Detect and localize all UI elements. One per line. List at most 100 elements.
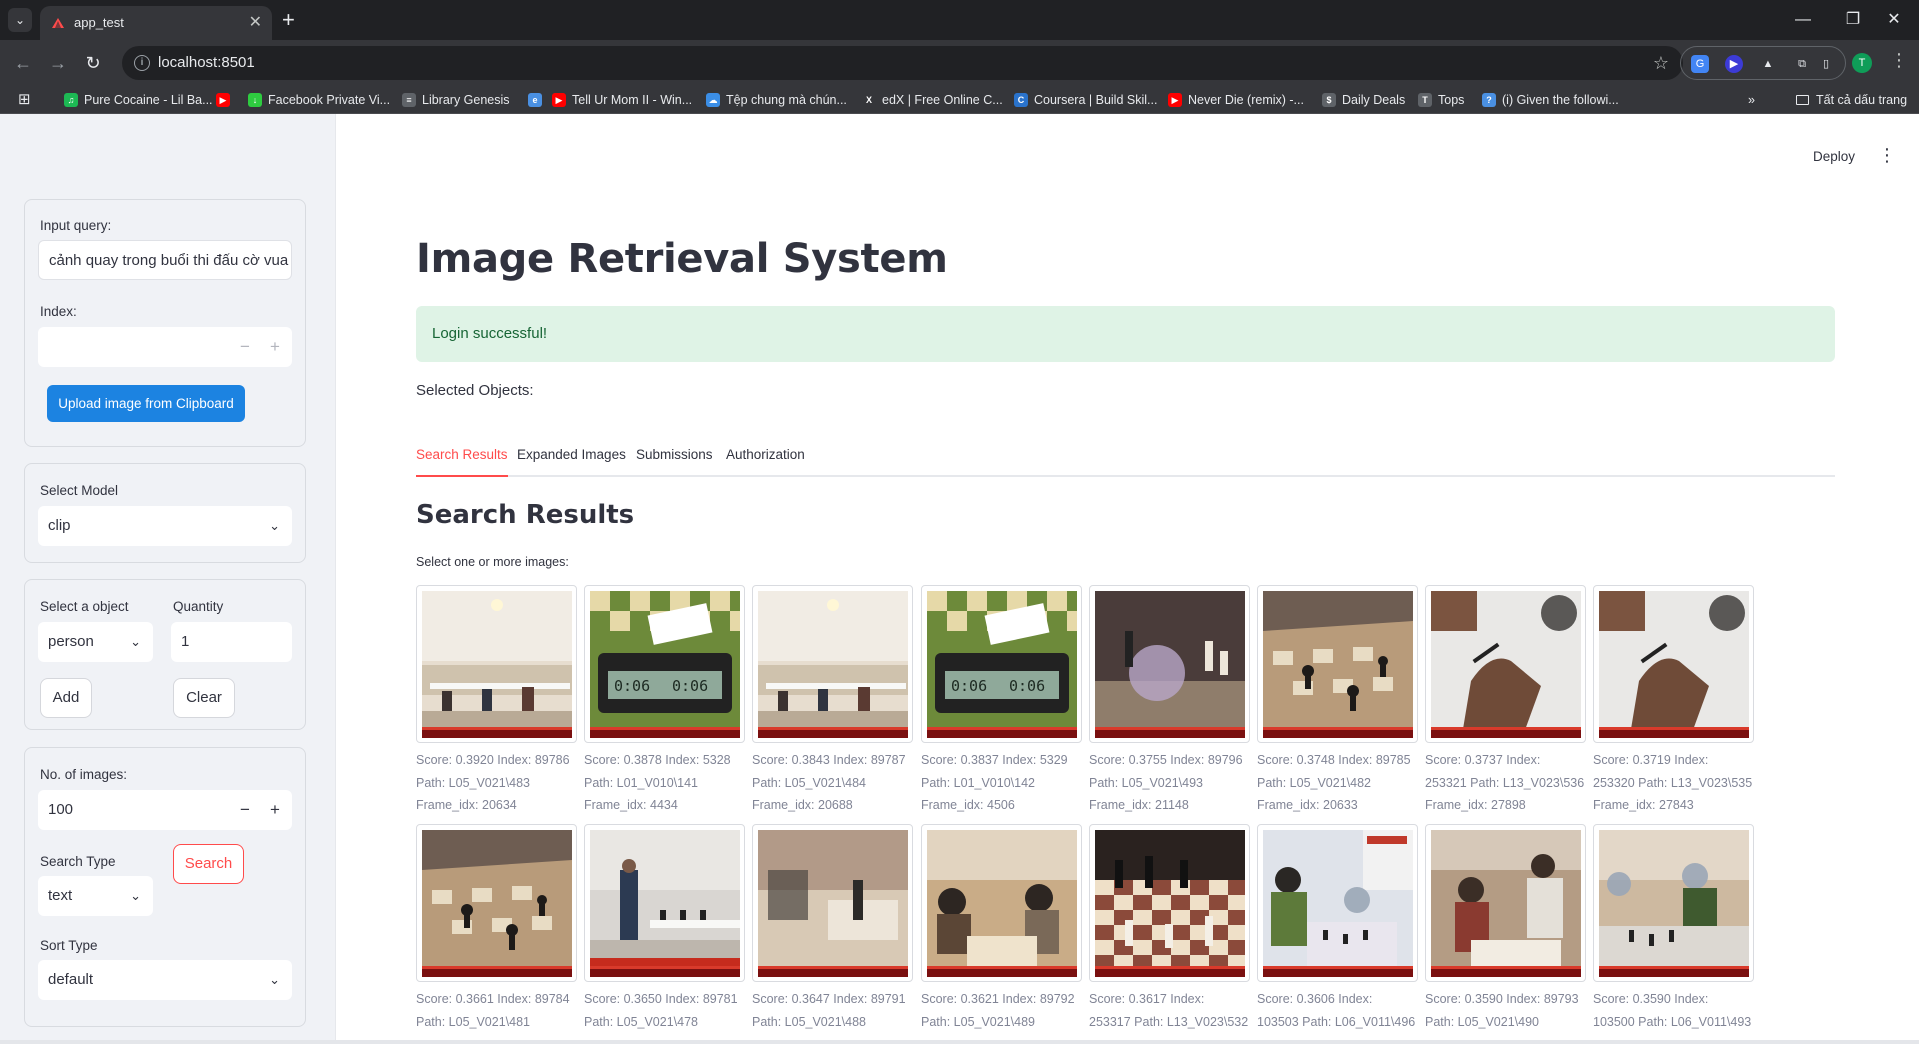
deploy-button[interactable]: Deploy [1813,149,1855,164]
puzzle-extensions-icon[interactable]: ⧉ [1793,55,1811,73]
result-thumbnail[interactable] [1593,585,1754,743]
site-info-icon[interactable]: i [134,55,150,71]
bookmark-item[interactable]: ▶ Never Die (remix) -... [1168,86,1304,114]
tab-search-results[interactable]: Search Results [416,445,508,477]
translate-icon[interactable]: G [1691,55,1709,73]
result-thumbnail[interactable]: 0:06 0:06 [921,585,1082,743]
bookmark-item[interactable]: ☁ Tệp chung mà chún... [706,86,847,114]
bookmark-item[interactable]: ≡ Library Genesis [402,86,510,114]
result-thumbnail[interactable] [752,585,913,743]
model-label: Select Model [40,483,119,498]
index-number-input[interactable]: − + [38,327,292,367]
result-thumbnail[interactable] [752,824,913,982]
tab-search-chevron-icon[interactable]: ⌄ [8,8,32,32]
bookmark-item[interactable]: C Coursera | Build Skil... [1014,86,1157,114]
result-thumbnail[interactable] [416,824,577,982]
youtube-icon: ▶ [1168,93,1182,107]
result-thumbnail[interactable] [921,824,1082,982]
result-image [1431,591,1581,738]
num-images-input[interactable]: 100 − + [38,790,292,830]
result-caption: Score: 0.3837 Index: 5329 Path: L01_V010\… [921,749,1091,817]
num-images-increment-button[interactable]: + [260,790,290,830]
minimize-icon[interactable]: — [1778,0,1828,40]
result-thumbnail[interactable] [1089,824,1250,982]
browser-tab[interactable]: app_test ✕ [40,6,272,40]
bookmark-item[interactable]: XedX | Free Online C... [862,86,1003,114]
caption-line: 103503 Path: L06_V011\496 [1257,1014,1416,1029]
tab-authorization[interactable]: Authorization [726,445,805,477]
upload-clipboard-button[interactable]: Upload image from Clipboard [47,385,245,422]
search-button[interactable]: Search [173,844,244,884]
caption-line: Score: 0.3920 Index: 89786 [416,753,570,767]
app-menu-icon[interactable]: ⋮ [1878,145,1896,166]
back-icon[interactable]: ← [10,50,36,76]
result-thumbnail[interactable] [416,585,577,743]
query-input[interactable]: cảnh quay trong buổi thi đấu cờ vua [38,240,292,280]
close-tab-icon[interactable]: ✕ [249,6,262,40]
triangle-extension-icon[interactable]: ▲ [1759,55,1777,73]
result-caption: Score: 0.3617 Index: 253317 Path: L13_V02… [1089,988,1259,1033]
caption-line: Score: 0.3755 Index: 89796 [1089,753,1243,767]
result-thumbnail[interactable]: 0:06 0:06 [584,585,745,743]
bookmark-label: Library Genesis [422,93,510,107]
browser-menu-icon[interactable]: ⋮ [1890,50,1908,71]
profile-avatar[interactable]: T [1852,53,1872,73]
result-image: 0:06 0:06 [927,591,1077,738]
all-bookmarks[interactable]: Tất cả dấu trang [1796,86,1907,114]
bookmark-item[interactable]: $ Daily Deals [1322,86,1405,114]
result-caption: Score: 0.3719 Index: 253320 Path: L13_V02… [1593,749,1763,817]
bookmark-item[interactable]: e [528,86,548,114]
caption-line: Score: 0.3590 Index: 89793 [1425,992,1579,1006]
model-value: clip [48,517,71,534]
tab-submissions[interactable]: Submissions [636,445,713,477]
all-bookmarks-label: Tất cả dấu trang [1816,93,1908,107]
model-select[interactable]: clip ⌄ [38,506,292,546]
bookmark-item[interactable]: ↓ Facebook Private Vi... [248,86,390,114]
sort-type-label: Sort Type [40,938,98,953]
select-images-label: Select one or more images: [416,555,569,569]
result-thumbnail[interactable] [1425,824,1586,982]
sort-type-select[interactable]: default ⌄ [38,960,292,1000]
caption-line: Score: 0.3590 Index: [1593,992,1709,1006]
sidepanel-icon[interactable]: ▯ [1819,55,1833,73]
tab-expanded-images[interactable]: Expanded Images [517,445,626,477]
result-thumbnail[interactable] [584,824,745,982]
bookmark-star-icon[interactable]: ☆ [1653,46,1669,80]
index-increment-button[interactable]: + [260,327,290,367]
caption-line: Path: L05_V021\488 [752,1014,866,1029]
result-thumbnail[interactable] [1089,585,1250,743]
quantity-input[interactable]: 1 [171,622,292,662]
bookmark-item[interactable]: ▶ Tell Ur Mom II - Win... [552,86,692,114]
apps-grid-icon[interactable]: ⊞ [18,86,31,114]
result-thumbnail[interactable] [1257,824,1418,982]
new-tab-icon[interactable]: + [282,8,295,32]
object-select[interactable]: person ⌄ [38,622,153,662]
result-thumbnail[interactable] [1593,824,1754,982]
caption-line: Score: 0.3878 Index: 5328 [584,753,731,767]
result-image [758,830,908,977]
download-icon: ↓ [248,93,262,107]
help-icon: ? [1482,93,1496,107]
more-bookmarks-icon[interactable]: » [1748,86,1755,114]
num-images-decrement-button[interactable]: − [230,790,260,830]
forward-icon[interactable]: → [45,50,71,76]
play-extension-icon[interactable]: ▶ [1725,55,1743,73]
close-window-icon[interactable]: ✕ [1869,0,1919,40]
bookmark-item[interactable]: ? (i) Given the followi... [1482,86,1619,114]
caption-line: Path: L05_V021\484 [752,775,866,790]
bookmark-item[interactable]: ♫ Pure Cocaine - Lil Ba... [64,86,213,114]
result-thumbnail[interactable] [1257,585,1418,743]
address-bar[interactable]: i localhost:8501 ☆ [122,46,1683,80]
search-type-select[interactable]: text ⌄ [38,876,153,916]
bookmark-item[interactable]: T Tops [1418,86,1464,114]
reload-icon[interactable]: ↻ [80,50,106,76]
num-images-label: No. of images: [40,767,128,782]
clear-button[interactable]: Clear [173,678,235,718]
index-decrement-button[interactable]: − [230,327,260,367]
caption-line: Path: L05_V021\478 [584,1014,698,1029]
caption-line: Score: 0.3661 Index: 89784 [416,992,570,1006]
result-thumbnail[interactable] [1425,585,1586,743]
add-button[interactable]: Add [40,678,92,718]
youtube-icon: ▶ [552,93,566,107]
bookmark-item[interactable]: ▶ [216,86,236,114]
